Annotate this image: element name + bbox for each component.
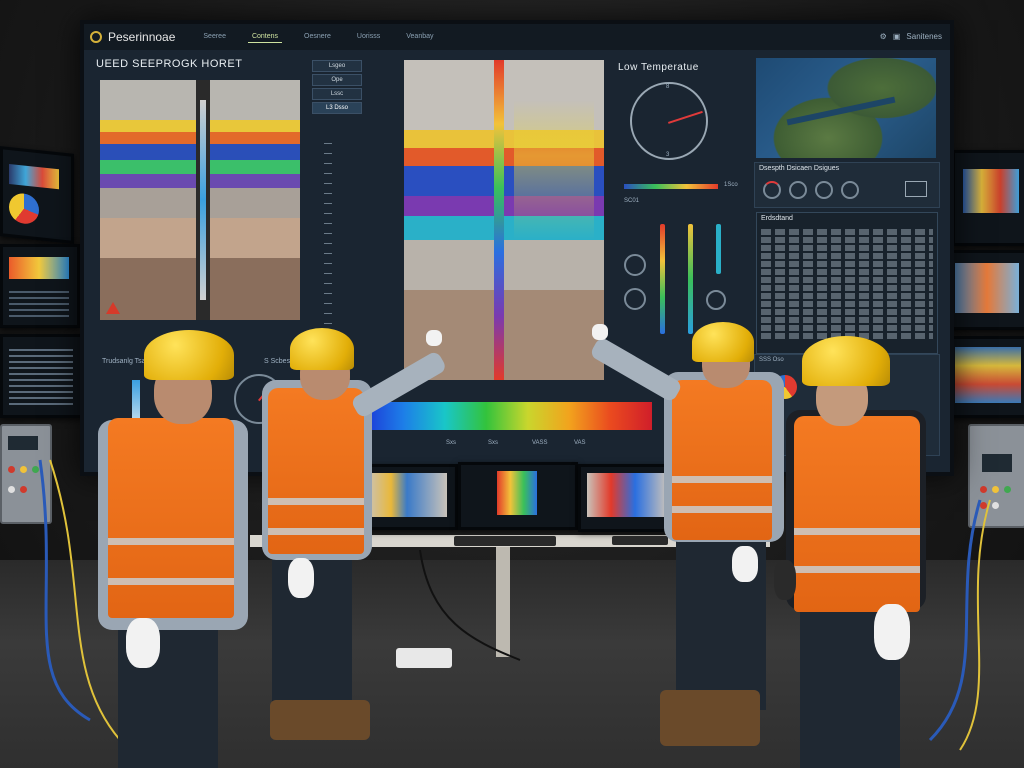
- mini-gauge-b: [789, 181, 807, 199]
- helmet-1: [144, 330, 234, 380]
- glove-3b: [732, 546, 758, 582]
- bottom-left-label: Trudsanlg Tsas: [102, 358, 150, 365]
- side-monitor-left-2: [0, 244, 80, 328]
- side-monitor-left-3: [0, 334, 86, 418]
- small-gauge-3: [706, 290, 726, 310]
- level-bar-1: [660, 224, 665, 334]
- gauge-label-2: 3: [666, 152, 670, 158]
- color-scale-bar: [624, 184, 718, 189]
- screen-icon: [905, 181, 927, 197]
- side-monitor-left-1: [0, 146, 74, 244]
- brand: Peserinnoae: [90, 30, 175, 44]
- bottom-right-label: SSS Oso: [759, 357, 784, 363]
- gauge-label-0: 8: [666, 84, 670, 90]
- settings-icon[interactable]: ⚙: [880, 32, 887, 41]
- tab-0[interactable]: Seeree: [199, 31, 230, 43]
- helmet-4: [802, 336, 890, 386]
- control-room-scene: Peserinnoae Seeree Contens Oesnere Uoris…: [0, 0, 1024, 768]
- warning-icon: [106, 302, 120, 314]
- logo-icon: [90, 31, 102, 43]
- helmet-3: [692, 322, 754, 362]
- table-title: Erdsdtand: [761, 215, 793, 222]
- glove-2a: [426, 330, 442, 346]
- level-bar-2: [688, 224, 693, 334]
- mini-gauge-c: [815, 181, 833, 199]
- vest-2: [268, 388, 364, 554]
- small-label-1: SC01: [624, 198, 640, 204]
- small-gauge-2: [624, 288, 646, 310]
- boots-3: [660, 690, 760, 746]
- center-right-title: Low Temperatue: [618, 62, 699, 73]
- top-right-label: Sanitenes: [906, 32, 942, 41]
- side-monitor-right-3: [946, 336, 1024, 418]
- mini-gauge-d: [841, 181, 859, 199]
- glove-4b: [874, 604, 910, 660]
- small-gauge-1: [624, 254, 646, 276]
- vest-1: [108, 418, 234, 618]
- right-section-title: Dsespth Dsicaen Dsigues: [759, 165, 840, 172]
- side-monitor-right-1: [952, 150, 1024, 246]
- right-section-header: Dsespth Dsicaen Dsigues: [754, 162, 940, 208]
- top-right-controls: ⚙ ▣ Sanitenes: [880, 32, 942, 41]
- menu-item-0[interactable]: Lsgeo: [312, 60, 362, 72]
- compass-gauge-icon: [630, 82, 708, 160]
- left-panel-title: UEED SEEPROGK HORET: [96, 58, 243, 70]
- tab-3[interactable]: Uorisss: [353, 31, 384, 43]
- glove-3a: [592, 324, 608, 340]
- glove-2b: [288, 558, 314, 598]
- tab-4[interactable]: Veanbay: [402, 31, 437, 43]
- menu-item-1[interactable]: Ope: [312, 74, 362, 86]
- nav-tabs: Seeree Contens Oesnere Uorisss Veanbay: [199, 31, 455, 43]
- depth-scale: [324, 134, 332, 334]
- map-icon[interactable]: ▣: [893, 32, 901, 41]
- left-strata-section: [100, 80, 300, 320]
- layer-menu: Lsgeo Ope Lssc L3 Dsso: [312, 60, 362, 116]
- vest-4: [794, 416, 920, 612]
- menu-item-2[interactable]: Lssc: [312, 88, 362, 100]
- level-bar-3: [716, 224, 721, 274]
- display-top-bar: Peserinnoae Seeree Contens Oesnere Uoris…: [84, 24, 950, 50]
- brand-name: Peserinnoae: [108, 30, 176, 44]
- glove-4a: [774, 560, 796, 600]
- glove-1: [126, 618, 160, 668]
- vest-3: [672, 380, 772, 540]
- map-panel[interactable]: [756, 58, 936, 158]
- small-label-0: 1Sco: [724, 182, 738, 188]
- boots-2: [270, 700, 370, 740]
- helmet-2: [290, 328, 354, 370]
- menu-item-3[interactable]: L3 Dsso: [312, 102, 362, 114]
- mini-gauge-a: [763, 181, 781, 199]
- tab-1[interactable]: Contens: [247, 31, 283, 43]
- side-monitor-right-2: [944, 250, 1024, 330]
- data-table: Erdsdtand: [756, 212, 938, 354]
- tab-2[interactable]: Oesnere: [300, 31, 335, 43]
